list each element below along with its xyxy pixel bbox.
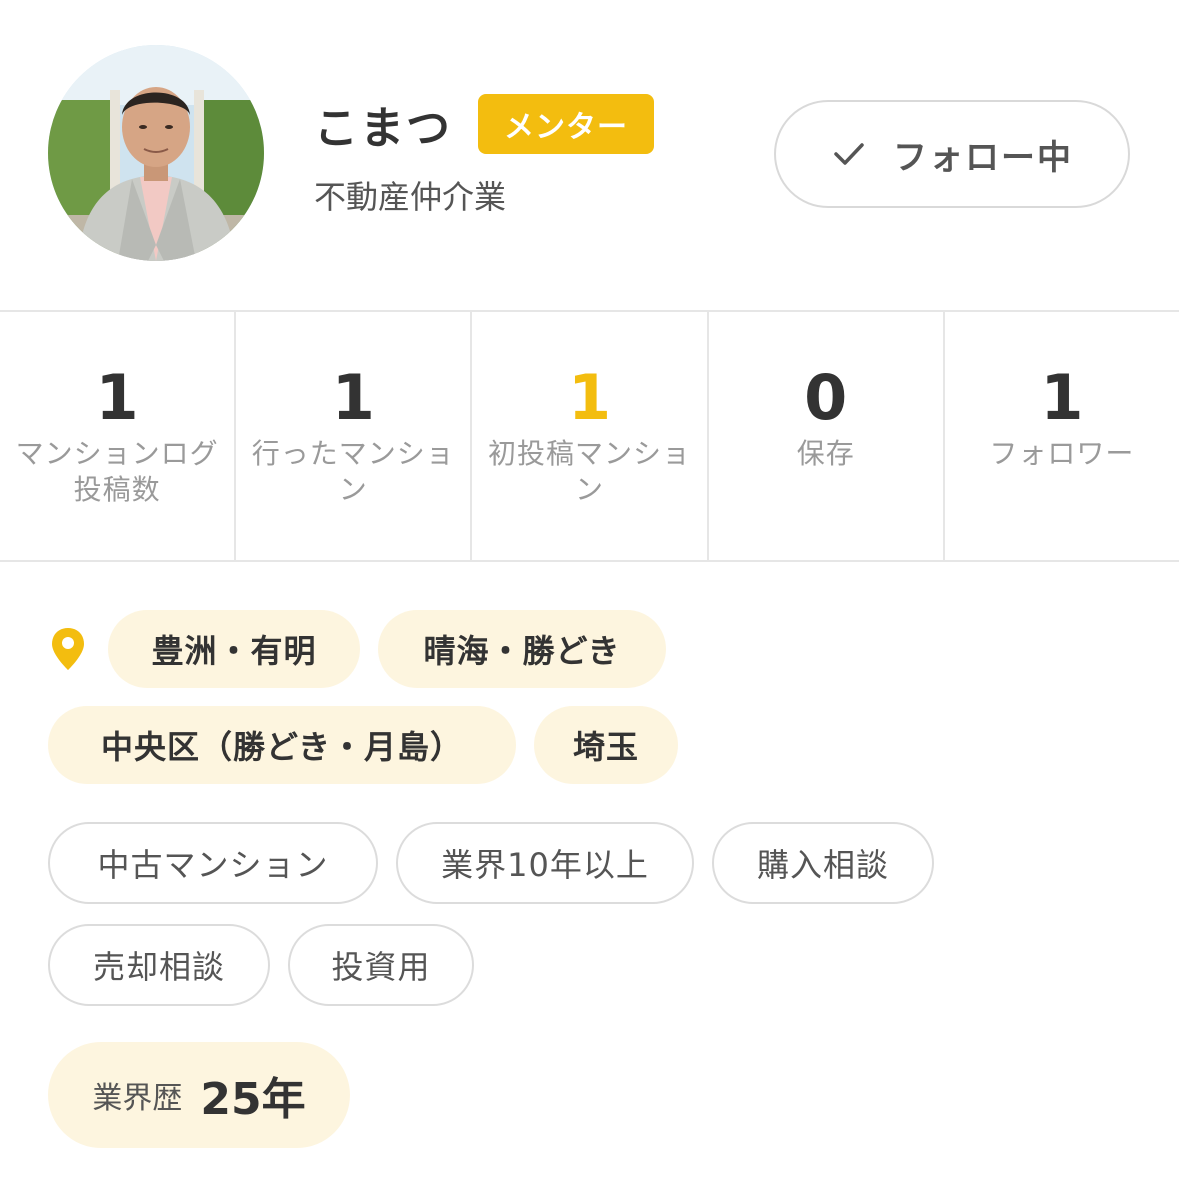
stat-first-post-mansions[interactable]: 1 初投稿マンション <box>472 312 709 560</box>
stat-followers[interactable]: 1 フォロワー <box>945 312 1179 560</box>
stat-label: 初投稿マンション <box>488 437 692 506</box>
check-icon <box>831 136 867 172</box>
tag-chip[interactable]: 売却相談 <box>48 924 270 1006</box>
area-chip[interactable]: 晴海・勝どき <box>378 610 666 688</box>
stat-value: 1 <box>95 361 139 434</box>
tag-chip[interactable]: 購入相談 <box>712 822 934 904</box>
occupation: 不動産仲介業 <box>314 178 507 216</box>
user-name: こまつ <box>314 103 452 154</box>
name-row: こまつ メンター <box>314 94 654 154</box>
area-chip[interactable]: 埼玉 <box>534 706 678 784</box>
stat-value: 1 <box>331 361 375 434</box>
following-button[interactable]: フォロー中 <box>774 100 1130 208</box>
experience-badge: 業界歴 25年 <box>48 1042 350 1148</box>
tag-chip[interactable]: 中古マンション <box>48 822 378 904</box>
map-pin-icon <box>50 626 86 672</box>
stat-value: 1 <box>567 361 612 434</box>
stat-mansion-log-posts[interactable]: 1 マンションログ投稿数 <box>0 312 237 560</box>
tag-chip[interactable]: 投資用 <box>288 924 474 1006</box>
stat-label: 保存 <box>796 437 855 470</box>
area-chip[interactable]: 豊洲・有明 <box>108 610 360 688</box>
stat-label: 行ったマンション <box>251 437 455 506</box>
mentor-badge: メンター <box>478 94 654 154</box>
avatar-photo <box>48 45 264 261</box>
stat-label: マンションログ投稿数 <box>15 437 219 506</box>
stat-value: 1 <box>1040 361 1084 434</box>
experience-label: 業界歴 <box>92 1081 183 1116</box>
stat-value: 0 <box>804 361 848 434</box>
stat-saved[interactable]: 0 保存 <box>709 312 945 560</box>
stats-bar: 1 マンションログ投稿数 1 行ったマンション 1 初投稿マンション 0 保存 … <box>0 310 1179 562</box>
stat-visited-mansions[interactable]: 1 行ったマンション <box>236 312 473 560</box>
tag-chip[interactable]: 業界10年以上 <box>396 822 694 904</box>
stat-label: フォロワー <box>989 437 1135 470</box>
area-chip[interactable]: 中央区（勝どき・月島） <box>48 706 516 784</box>
avatar <box>48 45 264 261</box>
experience-value: 25年 <box>200 1074 306 1125</box>
following-label: フォロー中 <box>893 137 1073 178</box>
